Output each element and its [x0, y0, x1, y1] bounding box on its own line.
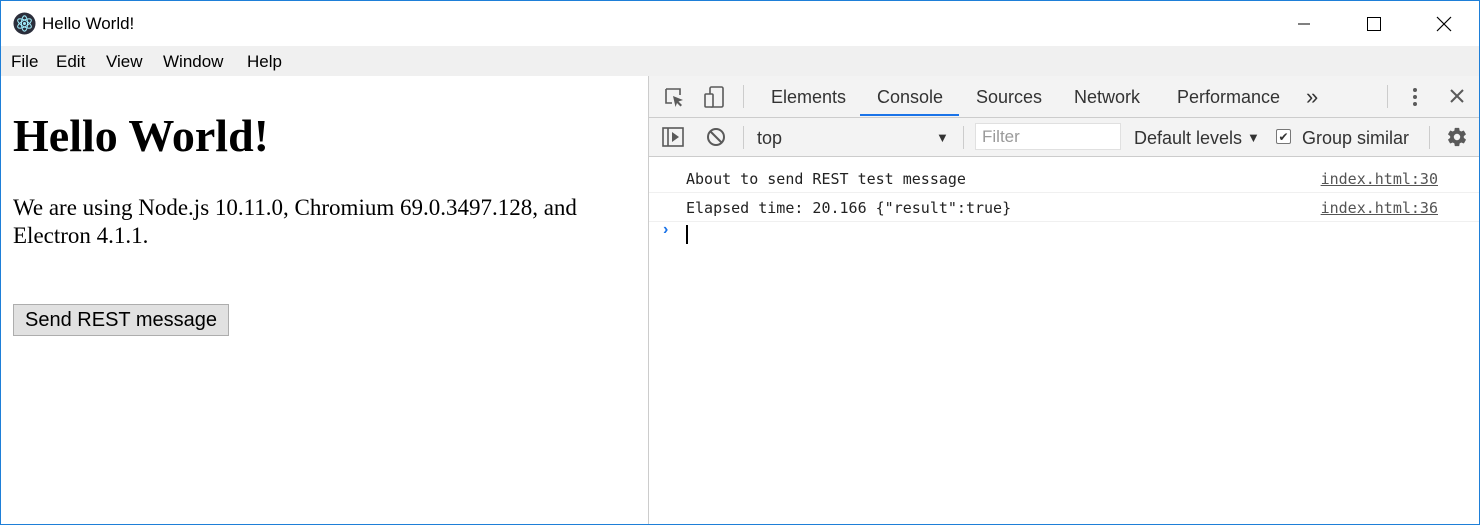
- console-message: Elapsed time: 20.166 {"result":true} ind…: [649, 192, 1479, 222]
- console-input-cursor[interactable]: [686, 225, 688, 244]
- close-icon: [1436, 16, 1452, 31]
- toolbar-separator: [1429, 126, 1430, 149]
- console-message-text: About to send REST test message: [686, 170, 966, 188]
- toolbar-separator: [963, 126, 964, 149]
- version-paragraph: We are using Node.js 10.11.0, Chromium 6…: [13, 195, 577, 248]
- minimize-icon: [1298, 23, 1310, 24]
- minimize-button[interactable]: [1269, 1, 1339, 46]
- group-similar-checkbox[interactable]: ✔: [1276, 129, 1291, 144]
- devtools-panel: Elements Console Sources Network Perform…: [649, 76, 1479, 524]
- levels-dropdown-arrow-icon[interactable]: ▼: [1247, 130, 1260, 145]
- page-content: Hello World! We are using Node.js 10.11.…: [1, 76, 648, 524]
- menu-view[interactable]: View: [106, 52, 143, 72]
- log-levels-dropdown[interactable]: Default levels: [1134, 128, 1242, 149]
- console-message: About to send REST test message index.ht…: [649, 163, 1479, 193]
- console-toolbar: top ▼ Default levels ▼ ✔ Group similar: [649, 118, 1479, 157]
- context-dropdown-arrow-icon[interactable]: ▼: [936, 130, 949, 145]
- menu-file[interactable]: File: [11, 52, 38, 72]
- menu-edit[interactable]: Edit: [56, 52, 85, 72]
- gear-icon[interactable]: [1446, 126, 1468, 148]
- console-message-text: Elapsed time: 20.166 {"result":true}: [686, 199, 1012, 217]
- kebab-menu-icon[interactable]: [1407, 86, 1423, 108]
- more-tabs-button[interactable]: »: [1306, 84, 1318, 110]
- clear-console-icon[interactable]: [706, 127, 726, 147]
- menu-window[interactable]: Window: [163, 52, 223, 72]
- toolbar-separator: [743, 85, 744, 108]
- devtools-tab-bar: Elements Console Sources Network Perform…: [649, 76, 1479, 118]
- page-heading: Hello World!: [13, 110, 269, 161]
- show-sidebar-icon[interactable]: [662, 127, 684, 147]
- close-window-button[interactable]: [1409, 1, 1479, 46]
- console-prompt-icon: ›: [663, 221, 669, 238]
- maximize-button[interactable]: [1339, 1, 1409, 46]
- tab-console[interactable]: Console: [877, 87, 943, 108]
- console-output[interactable]: About to send REST test message index.ht…: [649, 157, 1479, 524]
- device-toolbar-icon[interactable]: [703, 85, 727, 109]
- toolbar-separator: [1387, 85, 1388, 108]
- window-title: Hello World!: [42, 14, 135, 33]
- console-message-source-link[interactable]: index.html:36: [1321, 199, 1438, 217]
- tab-sources[interactable]: Sources: [976, 87, 1042, 108]
- tab-elements[interactable]: Elements: [771, 87, 846, 108]
- checkmark-icon: ✔: [1278, 129, 1289, 144]
- inspect-element-icon[interactable]: [663, 86, 685, 108]
- send-rest-message-button[interactable]: Send REST message: [13, 304, 229, 336]
- context-selector[interactable]: top: [757, 128, 782, 149]
- app-window: Hello World! File Edit View Window Help …: [0, 0, 1480, 525]
- toolbar-separator: [743, 126, 744, 149]
- console-filter-input[interactable]: [975, 123, 1121, 150]
- maximize-icon: [1367, 16, 1381, 31]
- close-devtools-icon[interactable]: [1449, 88, 1465, 104]
- tab-network[interactable]: Network: [1074, 87, 1140, 108]
- console-message-source-link[interactable]: index.html:30: [1321, 170, 1438, 188]
- active-tab-indicator: [860, 114, 959, 116]
- title-bar[interactable]: Hello World!: [1, 1, 1479, 46]
- tab-performance[interactable]: Performance: [1177, 87, 1280, 108]
- group-similar-label[interactable]: Group similar: [1302, 128, 1409, 149]
- menu-help[interactable]: Help: [247, 52, 282, 72]
- electron-app-icon: [13, 12, 36, 35]
- menu-bar: File Edit View Window Help: [1, 46, 1479, 76]
